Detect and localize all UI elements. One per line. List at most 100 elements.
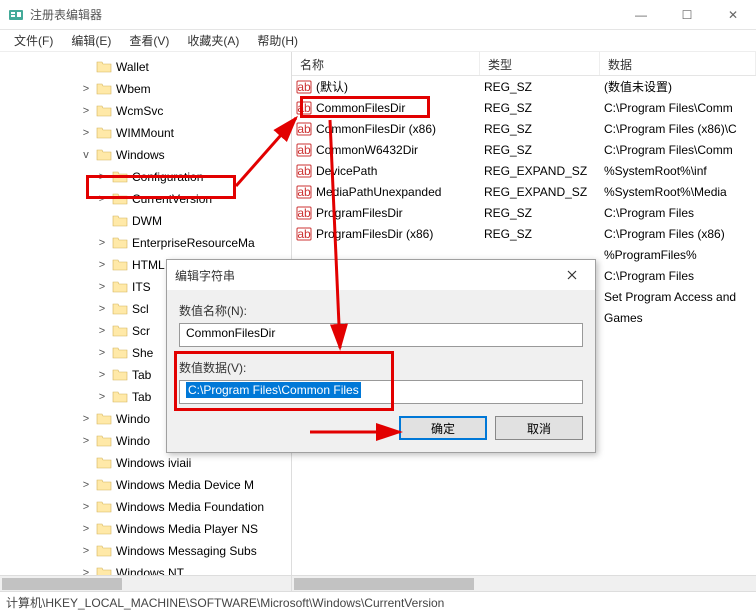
tree-item-label: CurrentVersion <box>132 192 212 206</box>
tree-item[interactable]: DWM <box>0 210 291 232</box>
cell-type: REG_SZ <box>480 206 600 220</box>
list-row[interactable]: abMediaPathUnexpandedREG_EXPAND_SZ%Syste… <box>292 181 756 202</box>
tree-item[interactable]: > Windows Media Player NS <box>0 518 291 540</box>
tree-item-label: Windows Media Foundation <box>116 500 264 514</box>
expand-icon[interactable]: > <box>80 413 92 425</box>
cell-data: C:\Program Files\Comm <box>600 143 756 157</box>
dialog-close-button[interactable] <box>557 263 587 287</box>
tree-hscroll[interactable] <box>0 575 291 591</box>
value-data-label: 数值数据(V): <box>179 359 583 376</box>
status-bar: 计算机\HKEY_LOCAL_MACHINE\SOFTWARE\Microsof… <box>0 591 756 613</box>
value-name-label: 数值名称(N): <box>179 302 583 319</box>
value-name-input[interactable]: CommonFilesDir <box>179 323 583 347</box>
cell-name: abMediaPathUnexpanded <box>292 184 480 200</box>
expand-icon[interactable]: > <box>80 567 92 575</box>
tree-item-label: WcmSvc <box>116 104 163 118</box>
svg-text:ab: ab <box>297 164 311 178</box>
expand-icon[interactable]: > <box>96 391 108 403</box>
list-row[interactable]: abProgramFilesDir (x86)REG_SZC:\Program … <box>292 223 756 244</box>
col-type[interactable]: 类型 <box>480 52 600 75</box>
menu-view[interactable]: 查看(V) <box>121 30 177 51</box>
expand-icon[interactable]: > <box>96 171 108 183</box>
expand-icon[interactable]: > <box>96 237 108 249</box>
edit-string-dialog: 编辑字符串 数值名称(N): CommonFilesDir 数值数据(V): C… <box>166 259 596 453</box>
cell-data: %SystemRoot%\inf <box>600 164 756 178</box>
expand-icon[interactable]: > <box>80 435 92 447</box>
tree-item-label: Wallet <box>116 60 149 74</box>
tree-item-label: Wbem <box>116 82 151 96</box>
tree-item-label: Windows Media Device M <box>116 478 254 492</box>
menu-favorites[interactable]: 收藏夹(A) <box>179 30 247 51</box>
value-data-input[interactable]: C:\Program Files\Common Files <box>179 380 583 404</box>
tree-item-label: Windo <box>116 412 150 426</box>
tree-item[interactable]: vWindows <box>0 144 291 166</box>
expand-icon[interactable]: > <box>96 303 108 315</box>
expand-icon[interactable]: > <box>80 105 92 117</box>
tree-item[interactable]: Wallet <box>0 56 291 78</box>
expand-icon[interactable]: > <box>96 325 108 337</box>
expand-icon[interactable]: > <box>80 501 92 513</box>
expand-icon[interactable]: > <box>80 479 92 491</box>
cell-type: REG_SZ <box>480 143 600 157</box>
expand-icon[interactable]: > <box>96 369 108 381</box>
menu-file[interactable]: 文件(F) <box>6 30 61 51</box>
col-data[interactable]: 数据 <box>600 52 756 75</box>
expand-icon[interactable]: > <box>96 347 108 359</box>
expand-icon[interactable]: > <box>96 259 108 271</box>
tree-item[interactable]: >WIMMount <box>0 122 291 144</box>
close-button[interactable]: ✕ <box>710 0 756 30</box>
minimize-button[interactable]: — <box>618 0 664 30</box>
expand-icon[interactable]: v <box>80 149 92 161</box>
list-row[interactable]: abProgramFilesDirREG_SZC:\Program Files <box>292 202 756 223</box>
svg-text:ab: ab <box>297 80 311 94</box>
cell-data: Games <box>600 311 756 325</box>
menu-edit[interactable]: 编辑(E) <box>63 30 119 51</box>
cancel-button[interactable]: 取消 <box>495 416 583 440</box>
list-row[interactable]: abCommonW6432DirREG_SZC:\Program Files\C… <box>292 139 756 160</box>
tree-item[interactable]: >Windows NT <box>0 562 291 575</box>
tree-item[interactable]: >EnterpriseResourceMa <box>0 232 291 254</box>
tree-item[interactable]: > Configuration <box>0 166 291 188</box>
cell-data: (数值未设置) <box>600 78 756 95</box>
tree-item[interactable]: Windows iviaii <box>0 452 291 474</box>
expand-icon[interactable]: > <box>80 545 92 557</box>
col-name[interactable]: 名称 <box>292 52 480 75</box>
tree-item[interactable]: > WcmSvc <box>0 100 291 122</box>
tree-item[interactable]: > Wbem <box>0 78 291 100</box>
list-row[interactable]: abCommonFilesDir (x86)REG_SZC:\Program F… <box>292 118 756 139</box>
expand-icon[interactable]: > <box>80 83 92 95</box>
list-row[interactable]: abDevicePathREG_EXPAND_SZ%SystemRoot%\in… <box>292 160 756 181</box>
tree-item-label: Windows Media Player NS <box>116 522 258 536</box>
menu-help[interactable]: 帮助(H) <box>249 30 306 51</box>
cell-type: REG_EXPAND_SZ <box>480 164 600 178</box>
cell-type: REG_SZ <box>480 80 600 94</box>
maximize-button[interactable]: ☐ <box>664 0 710 30</box>
list-row[interactable]: abCommonFilesDirREG_SZC:\Program Files\C… <box>292 97 756 118</box>
tree-item-label: DWM <box>132 214 162 228</box>
expand-icon[interactable]: > <box>80 127 92 139</box>
close-icon <box>567 270 577 280</box>
tree-item-label: Configuration <box>132 170 203 184</box>
list-row[interactable]: ab(默认)REG_SZ(数值未设置) <box>292 76 756 97</box>
expand-icon[interactable]: > <box>80 523 92 535</box>
tree-item[interactable]: > CurrentVersion <box>0 188 291 210</box>
tree-item[interactable]: > Windows Media Foundation <box>0 496 291 518</box>
list-hscroll[interactable] <box>292 575 756 591</box>
cell-data: %SystemRoot%\Media <box>600 185 756 199</box>
tree-item[interactable]: >Windows Messaging Subs <box>0 540 291 562</box>
cell-data: C:\Program Files <box>600 206 756 220</box>
cell-data: C:\Program Files (x86)\C <box>600 122 756 136</box>
svg-text:ab: ab <box>297 227 311 241</box>
cell-name: abProgramFilesDir <box>292 205 480 221</box>
dialog-titlebar[interactable]: 编辑字符串 <box>167 260 595 290</box>
expand-icon[interactable]: > <box>96 281 108 293</box>
status-path: 计算机\HKEY_LOCAL_MACHINE\SOFTWARE\Microsof… <box>6 594 444 611</box>
svg-text:ab: ab <box>297 206 311 220</box>
tree-item-label: Windows iviaii <box>116 456 191 470</box>
tree-item[interactable]: > Windows Media Device M <box>0 474 291 496</box>
ok-button[interactable]: 确定 <box>399 416 487 440</box>
svg-text:ab: ab <box>297 101 311 115</box>
expand-icon[interactable]: > <box>96 193 108 205</box>
list-header: 名称 类型 数据 <box>292 52 756 76</box>
tree-item-label: She <box>132 346 153 360</box>
